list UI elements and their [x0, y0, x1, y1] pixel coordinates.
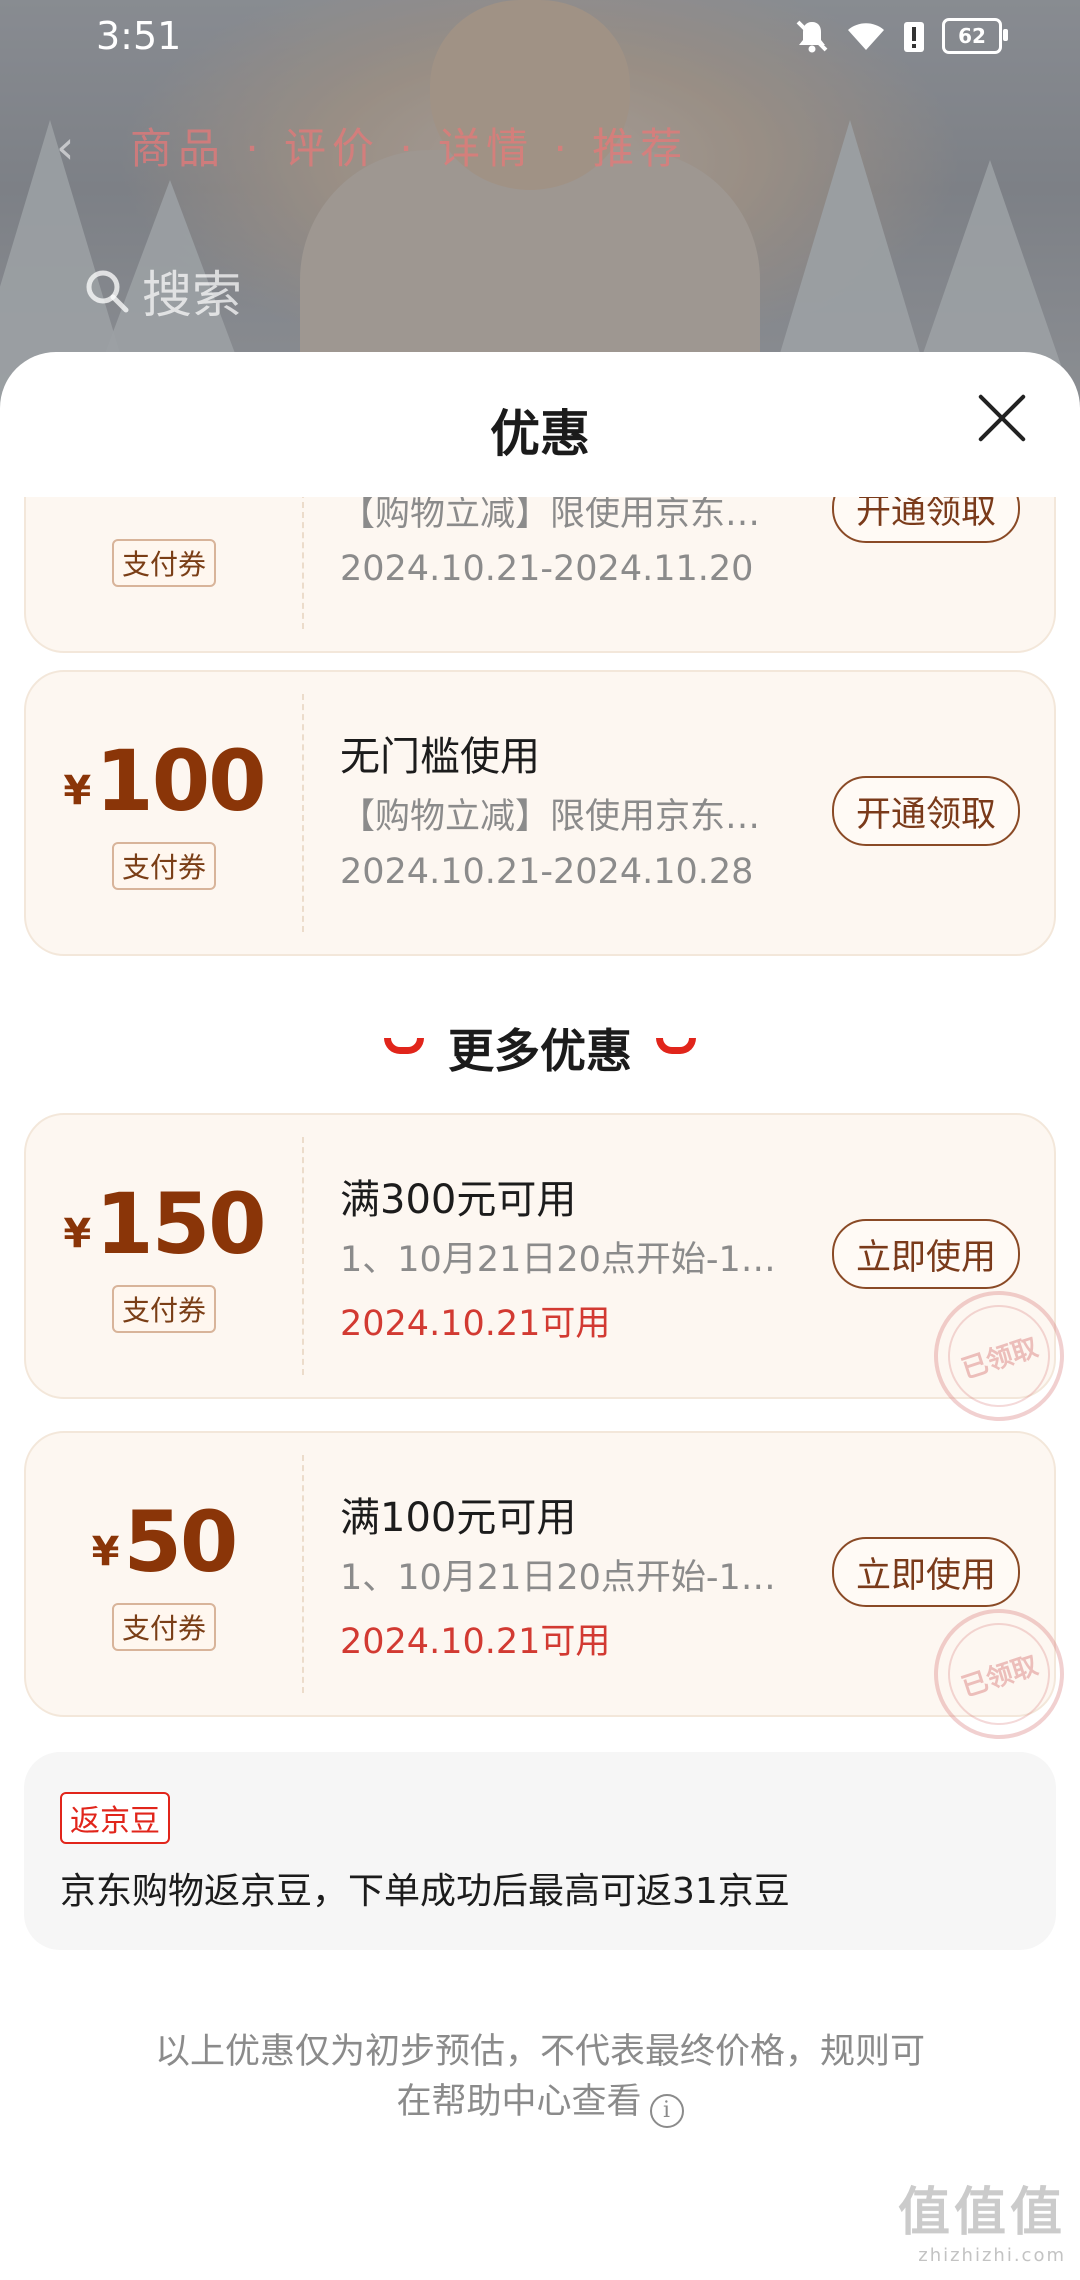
jd-bean-rebate: 返京豆 京东购物返京豆，下单成功后最高可返31京豆	[24, 1752, 1056, 1950]
search-icon	[86, 270, 129, 313]
coupon-condition: 无门槛使用	[340, 734, 540, 780]
coupon-type-tag: 支付券	[111, 1603, 217, 1651]
coupon-card: ¥100 支付券 无门槛使用 【购物立减】限使用京东… 2024.10.21-2…	[24, 670, 1056, 956]
use-now-button[interactable]: 立即使用	[831, 1537, 1020, 1607]
decor-smile-icon	[656, 1038, 696, 1054]
coupon-type-tag: 支付券	[111, 1285, 217, 1333]
coupon-type-tag: 支付券	[111, 842, 217, 890]
jd-bean-description: 京东购物返京豆，下单成功后最高可返31京豆	[60, 1871, 790, 1912]
wifi-icon	[848, 23, 884, 50]
disclaimer-line-help: 在帮助中心查看 i	[0, 2077, 1080, 2128]
coupon-card: ¥150 支付券 满300元可用 1、10月21日20点开始-1… 2024.1…	[24, 1113, 1080, 1438]
disclaimer: 以上优惠仅为初步预估，不代表最终价格，规则可 在帮助中心查看 i	[0, 2027, 1080, 2128]
activate-claim-button[interactable]: 开通领取	[831, 776, 1020, 846]
coupon-type-tag: 支付券	[111, 539, 217, 587]
battery-icon: 62	[942, 18, 1008, 54]
use-now-button[interactable]: 立即使用	[831, 1219, 1020, 1289]
info-icon[interactable]: i	[649, 2094, 684, 2128]
disclaimer-line: 以上优惠仅为初步预估，不代表最终价格，规则可	[154, 2032, 925, 2072]
coupon-card: ¥50 支付券 满100元可用 1、10月21日20点开始-1… 2024.10…	[24, 1431, 1080, 1756]
coupon-condition: 满100元可用	[340, 1495, 577, 1541]
coupon-validity: 2024.10.21可用	[340, 1304, 611, 1344]
background-search[interactable]: 搜索	[84, 255, 242, 327]
back-icon[interactable]: ‹	[56, 120, 74, 174]
more-offers-title: 更多优惠	[448, 1024, 632, 1078]
coupon-list[interactable]: 支付券 【购物立减】限使用京东… 2024.10.21-2024.11.20 开…	[0, 497, 1080, 2280]
coupon-description: 【购物立减】限使用京东…	[340, 797, 761, 837]
claimed-stamp-icon: 已领取	[917, 1274, 1080, 1438]
battery-level: 62	[958, 24, 986, 48]
coupon-amount: ¥150	[63, 1175, 266, 1273]
coupon-condition: 满300元可用	[340, 1177, 577, 1223]
coupon-validity: 2024.10.21-2024.11.20	[340, 549, 754, 589]
coupon-amount: ¥100	[63, 732, 266, 830]
decor-smile-icon	[384, 1038, 424, 1054]
coupon-description: 1、10月21日20点开始-1…	[340, 1240, 776, 1280]
sheet-title: 优惠	[490, 405, 590, 463]
clock: 3:51	[96, 14, 182, 58]
coupon-validity: 2024.10.21-2024.10.28	[340, 852, 754, 892]
activate-claim-button[interactable]: 开通领取	[831, 497, 1020, 543]
watermark: 值值值 zhizhizhi.com	[897, 2183, 1066, 2266]
jd-bean-badge: 返京豆	[60, 1792, 170, 1844]
search-label: 搜索	[142, 266, 242, 324]
mute-icon	[796, 20, 828, 53]
claimed-stamp-icon: 已领取	[917, 1592, 1080, 1756]
more-offers-header: 更多优惠	[0, 1015, 1080, 1081]
background-tab-bar: 商品 · 评价 · 详情 · 推荐	[130, 124, 689, 173]
status-bar: 3:51 62	[0, 0, 1080, 80]
coupon-amount	[26, 497, 302, 527]
close-icon[interactable]	[974, 390, 1030, 446]
discount-sheet: 优惠 支付券 【购物立减】限使用京东… 2024.10.21-2024.11.2…	[0, 352, 1080, 2280]
coupon-description: 1、10月21日20点开始-1…	[340, 1558, 776, 1598]
coupon-validity: 2024.10.21可用	[340, 1622, 611, 1662]
alert-icon	[904, 22, 924, 52]
coupon-description: 【购物立减】限使用京东…	[340, 497, 761, 534]
coupon-amount: ¥50	[91, 1493, 239, 1591]
coupon-card: 支付券 【购物立减】限使用京东… 2024.10.21-2024.11.20 开…	[24, 497, 1056, 653]
